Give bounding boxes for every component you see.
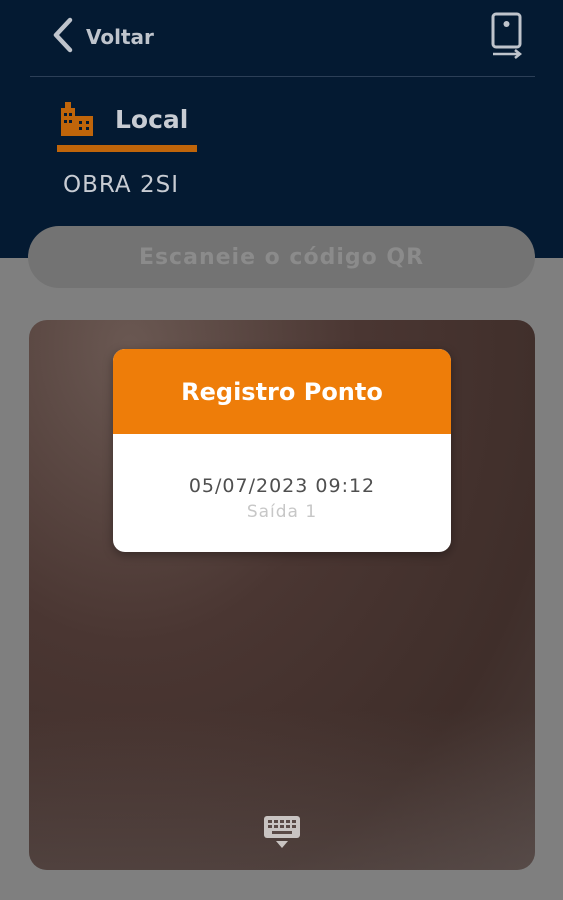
- keyboard-icon: [264, 816, 300, 848]
- app-header: Voltar Local OBRA 2SI: [0, 0, 563, 258]
- obra-name: OBRA 2SI: [63, 172, 179, 198]
- local-underline: [57, 145, 197, 152]
- dialog-datetime: 05/07/2023 09:12: [188, 475, 376, 497]
- device-exit-icon: [491, 12, 523, 59]
- building-icon: [61, 102, 93, 136]
- dialog-subtitle: Saída 1: [246, 502, 318, 522]
- back-button[interactable]: Voltar: [50, 16, 154, 58]
- header-divider: [30, 76, 535, 77]
- dialog-title: Registro Ponto: [113, 349, 451, 434]
- keyboard-toggle-button[interactable]: [263, 814, 301, 850]
- chevron-left-icon: [50, 16, 76, 58]
- local-section-title: Local: [57, 100, 188, 138]
- local-label: Local: [115, 104, 189, 134]
- registro-ponto-dialog: Registro Ponto 05/07/2023 09:12 Saída 1: [113, 349, 451, 552]
- back-label: Voltar: [86, 25, 154, 49]
- device-exit-button[interactable]: [490, 12, 526, 60]
- scan-qr-label: Escaneie o código QR: [28, 226, 535, 288]
